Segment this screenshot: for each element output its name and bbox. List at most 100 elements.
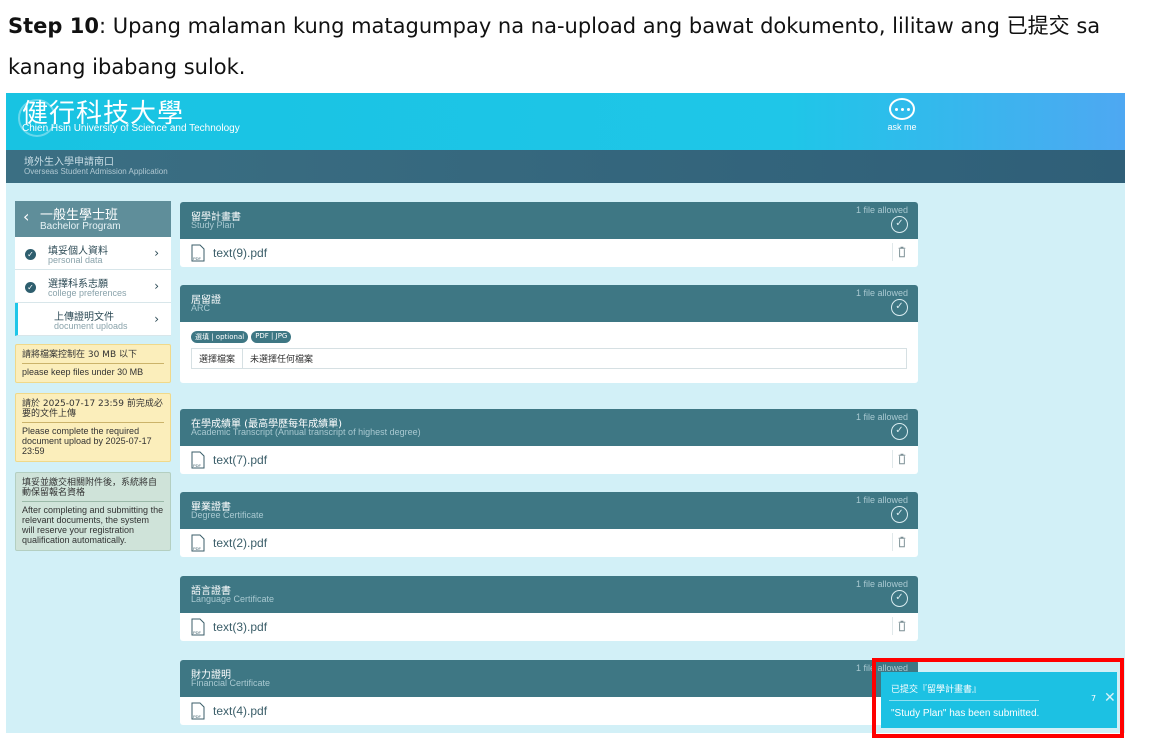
trash-icon[interactable]	[892, 533, 910, 551]
check-circle-icon: ✓	[891, 423, 908, 440]
card-header: 留學計畫書 Study Plan 1 file allowed ✓	[180, 202, 918, 239]
doc-title-en: Degree Certificate	[191, 510, 264, 520]
instruction-text: Step 10: Upang malaman kung matagumpay n…	[8, 6, 1138, 88]
document-card-study-plan: 留學計畫書 Study Plan 1 file allowed ✓ PDF te…	[180, 202, 918, 267]
check-circle-icon: ✓	[25, 282, 36, 293]
step-label-en: document uploads	[54, 321, 128, 331]
chevron-right-icon: ›	[154, 246, 159, 260]
close-icon[interactable]: ✕	[1104, 690, 1116, 706]
chat-bubble-icon	[889, 98, 915, 120]
step-college-preferences[interactable]: ✓ 選擇科系志願 college preferences ›	[15, 270, 171, 303]
svg-text:PDF: PDF	[193, 546, 202, 551]
step-label-en: college preferences	[48, 288, 127, 298]
portal-title-en: Overseas Student Admission Application	[24, 167, 168, 176]
card-header: 財力證明 Financial Certificate 1 file allowe…	[180, 660, 918, 697]
file-limit: 1 file allowed	[855, 579, 908, 589]
trash-icon[interactable]	[892, 450, 910, 468]
uploaded-file-row: PDF text(7).pdf	[180, 446, 918, 474]
document-card-transcript: 在學成績單 (最高學歷每年成績單) Academic Transcript (A…	[180, 409, 918, 474]
document-card-language: 語言證書 Language Certificate 1 file allowed…	[180, 576, 918, 641]
file-limit: 1 file allowed	[855, 412, 908, 422]
check-circle-icon: ✓	[891, 506, 908, 523]
deadline-note: 請於 2025-07-17 23:59 前完成必要的文件上傳 Please co…	[15, 393, 171, 462]
step-list: ✓ 填妥個人資料 personal data › ✓ 選擇科系志願 colleg…	[15, 237, 171, 336]
registration-note: 填妥並繳交相關附件後，系統將自動保留報名資格 After completing …	[15, 472, 171, 551]
choose-file-button[interactable]: 選擇檔案	[192, 349, 244, 368]
svg-text:PDF: PDF	[193, 630, 202, 635]
note-en: Please complete the required document up…	[22, 426, 152, 456]
university-name-en: Chien Hsin University of Science and Tec…	[22, 123, 240, 134]
optional-tag: 選填 | optional	[191, 331, 249, 343]
note-zh: 請將檔案控制在 30 MB 以下	[22, 350, 137, 360]
toast-message: "Study Plan" has been submitted.	[891, 708, 1040, 719]
svg-text:PDF: PDF	[193, 256, 202, 261]
file-size-note: 請將檔案控制在 30 MB 以下 please keep files under…	[15, 344, 171, 383]
doc-title-en: Study Plan	[191, 220, 235, 230]
file-limit: 1 file allowed	[855, 205, 908, 215]
tag-list: 選填 | optional PDF | JPG	[191, 331, 907, 343]
note-en: After completing and submitting the rele…	[22, 505, 164, 545]
file-chooser[interactable]: 選擇檔案 未選擇任何檔案	[191, 348, 907, 369]
check-circle-icon: ✓	[891, 299, 908, 316]
pdf-file-icon: PDF	[191, 451, 205, 469]
note-zh: 請於 2025-07-17 23:59 前完成必要的文件上傳	[22, 399, 163, 419]
step-personal-data[interactable]: ✓ 填妥個人資料 personal data ›	[15, 237, 171, 270]
pdf-file-icon: PDF	[191, 618, 205, 636]
instruction-body: : Upang malaman kung matagumpay na na-up…	[8, 14, 1101, 79]
card-header: 在學成績單 (最高學歷每年成績單) Academic Transcript (A…	[180, 409, 918, 446]
check-circle-icon: ✓	[891, 590, 908, 607]
note-zh: 填妥並繳交相關附件後，系統將自動保留報名資格	[22, 478, 158, 498]
portal-title-zh: 境外生入學申請南口	[24, 157, 114, 168]
check-circle-icon: ✓	[891, 216, 908, 233]
pdf-file-icon: PDF	[191, 702, 205, 720]
file-limit: 1 file allowed	[855, 495, 908, 505]
document-card-degree: 畢業證書 Degree Certificate 1 file allowed ✓…	[180, 492, 918, 557]
file-limit: 1 file allowed	[855, 288, 908, 298]
chevron-right-icon: ›	[154, 279, 159, 293]
card-header: 居留證 ARC 1 file allowed ✓	[180, 285, 918, 322]
uploaded-file-row: PDF text(3).pdf	[180, 613, 918, 641]
submitted-toast[interactable]: 已提交『留學計畫書』 "Study Plan" has been submitt…	[881, 672, 1117, 728]
ask-me-button[interactable]: ask me	[884, 98, 920, 132]
doc-title-en: Financial Certificate	[191, 678, 271, 688]
chevron-left-icon: ‹	[23, 207, 30, 226]
file-name-link[interactable]: text(2).pdf	[213, 536, 267, 550]
card-header: 畢業證書 Degree Certificate 1 file allowed ✓	[180, 492, 918, 529]
svg-text:PDF: PDF	[193, 714, 202, 719]
file-name-link[interactable]: text(9).pdf	[213, 246, 267, 260]
doc-title-en: Language Certificate	[191, 594, 275, 604]
pdf-file-icon: PDF	[191, 534, 205, 552]
document-card-arc: 居留證 ARC 1 file allowed ✓ 選填 | optional P…	[180, 285, 918, 383]
card-header: 語言證書 Language Certificate 1 file allowed…	[180, 576, 918, 613]
uploaded-file-row: PDF text(4).pdf	[180, 697, 918, 725]
program-name-en: Bachelor Program	[40, 221, 121, 232]
ask-me-label: ask me	[887, 122, 917, 132]
doc-title-en: ARC	[191, 303, 211, 313]
toast-count: 7	[1091, 694, 1097, 703]
chevron-right-icon: ›	[154, 312, 159, 326]
step-label-en: personal data	[48, 255, 103, 265]
document-card-financial: 財力證明 Financial Certificate 1 file allowe…	[180, 660, 918, 725]
app-screenshot: 健行科技大學 Chien Hsin University of Science …	[6, 93, 1125, 733]
trash-icon[interactable]	[892, 617, 910, 635]
no-file-text: 未選擇任何檔案	[250, 355, 314, 365]
note-en: please keep files under 30 MB	[22, 367, 144, 377]
sub-header: 境外生入學申請南口 Overseas Student Admission App…	[6, 150, 1125, 183]
step-document-uploads[interactable]: 上傳證明文件 document uploads ›	[15, 303, 171, 336]
svg-text:PDF: PDF	[193, 463, 202, 468]
file-name-link[interactable]: text(3).pdf	[213, 620, 267, 634]
sidebar: ‹ 一般生學士班 Bachelor Program ✓ 填妥個人資料 perso…	[15, 201, 171, 551]
toast-title: 已提交『留學計畫書』	[891, 685, 982, 695]
format-tag: PDF | JPG	[251, 331, 292, 343]
top-bar: 健行科技大學 Chien Hsin University of Science …	[6, 93, 1125, 150]
program-back-button[interactable]: ‹ 一般生學士班 Bachelor Program	[15, 201, 171, 237]
uploaded-file-row: PDF text(9).pdf	[180, 239, 918, 267]
doc-title-en: Academic Transcript (Annual transcript o…	[191, 427, 421, 437]
file-name-link[interactable]: text(4).pdf	[213, 704, 267, 718]
file-name-link[interactable]: text(7).pdf	[213, 453, 267, 467]
pdf-file-icon: PDF	[191, 244, 205, 262]
trash-icon[interactable]	[892, 243, 910, 261]
instruction-step-label: Step 10	[8, 14, 99, 38]
uploaded-file-row: PDF text(2).pdf	[180, 529, 918, 557]
upload-body: 選填 | optional PDF | JPG 選擇檔案 未選擇任何檔案	[180, 322, 918, 383]
